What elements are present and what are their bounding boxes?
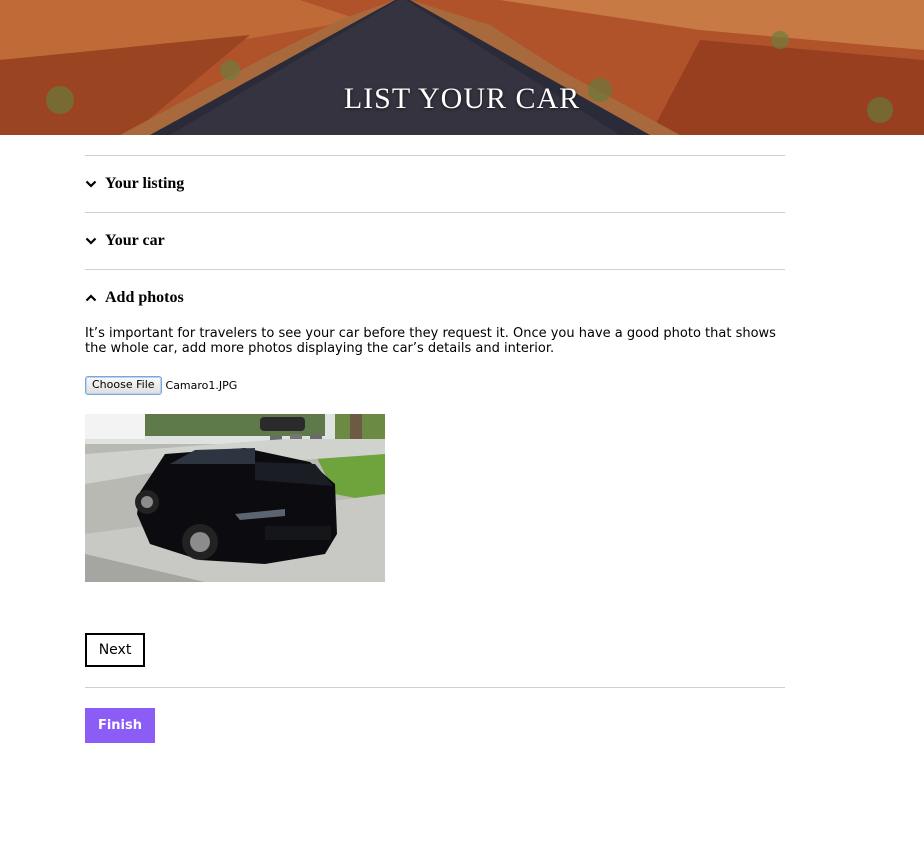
section-your-car: Your car	[85, 212, 785, 269]
page-title: LIST YOUR CAR	[343, 82, 581, 115]
chevron-up-icon	[85, 294, 105, 302]
section-header-your-listing[interactable]: Your listing	[85, 156, 785, 212]
chevron-down-icon	[85, 180, 105, 188]
car-photo-preview	[85, 414, 385, 582]
next-button[interactable]: Next	[85, 633, 145, 667]
file-input: Choose File Camaro1.JPG	[85, 375, 785, 395]
divider	[85, 687, 785, 688]
section-header-your-car[interactable]: Your car	[85, 213, 785, 269]
section-your-listing: Your listing	[85, 155, 785, 212]
section-label: Your listing	[105, 175, 185, 192]
section-add-photos: Add photos It’s important for travelers …	[85, 269, 785, 667]
photos-description: It’s important for travelers to see your…	[85, 326, 776, 356]
chevron-down-icon	[85, 237, 105, 245]
section-label: Your car	[105, 232, 165, 249]
section-label: Add photos	[105, 289, 184, 306]
finish-button[interactable]: Finish	[85, 708, 155, 743]
choose-file-button[interactable]: Choose File	[85, 375, 162, 395]
hero-banner: LIST YOUR CAR	[0, 0, 924, 135]
section-header-add-photos[interactable]: Add photos	[85, 270, 785, 326]
selected-file-name: Camaro1.JPG	[165, 378, 238, 392]
listing-form: Your listing Your car Add photos It’s im…	[85, 155, 785, 743]
